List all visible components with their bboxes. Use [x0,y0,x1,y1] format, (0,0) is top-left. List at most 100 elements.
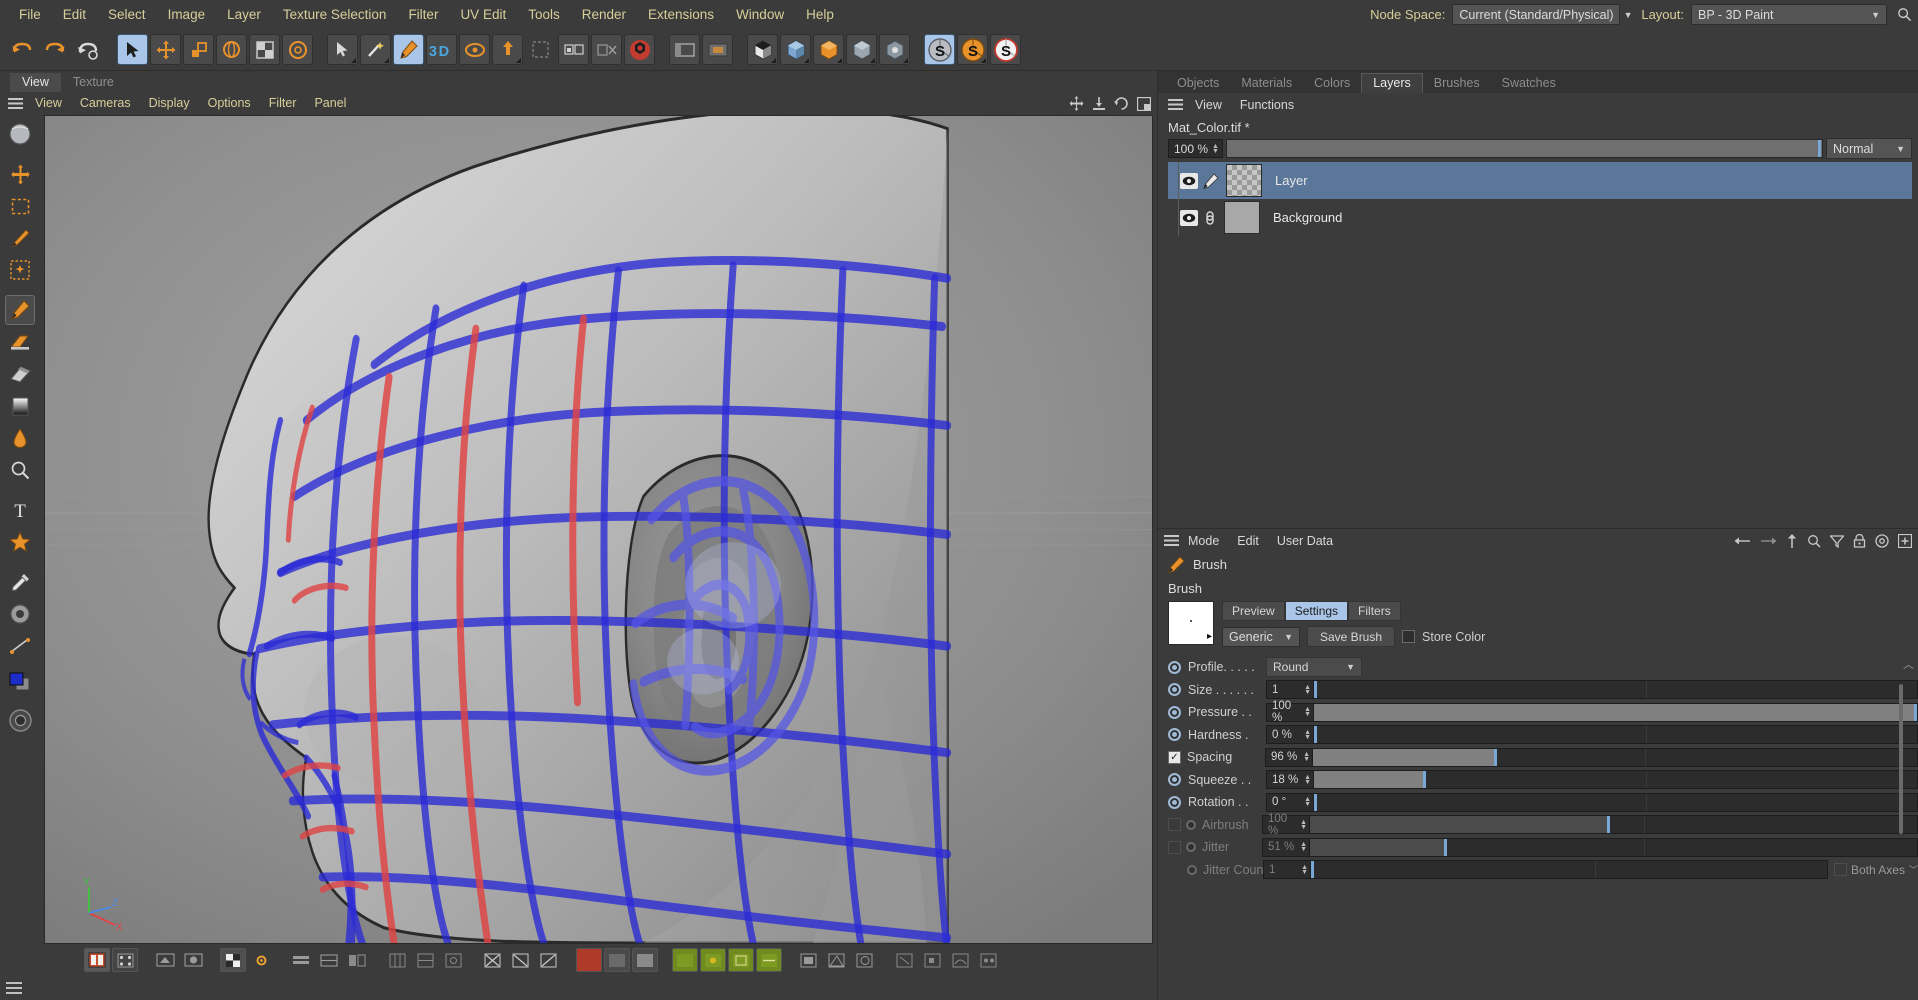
uv-transform-z-button[interactable] [536,948,562,972]
param-value-size[interactable]: 1 ▲ ▼ [1266,680,1314,700]
spinner-icon[interactable]: ▲ ▼ [1304,706,1311,718]
param-toggle-hardness[interactable] [1168,728,1181,742]
param-toggle-squeeze[interactable] [1168,773,1181,787]
collapse-up-icon[interactable]: ︿ [1903,656,1914,672]
filter-icon[interactable] [1830,534,1844,548]
store-color-checkbox[interactable] [1402,630,1416,643]
eye-icon[interactable] [1180,209,1198,226]
shape-star-tool-icon[interactable] [5,527,35,557]
magic-wand-tool[interactable] [360,34,391,65]
viewport-tab-view[interactable]: View [10,73,61,92]
polygon-fill-tool[interactable] [558,34,589,65]
param-slider-jitter[interactable] [1310,837,1918,857]
layer-opacity-field[interactable]: 100 % ▲ ▼ [1168,139,1223,158]
back-arrow-icon[interactable] [1734,535,1751,547]
param-slider-hardness[interactable] [1314,725,1918,745]
texture-view-tool[interactable] [282,34,313,65]
param-toggle-profile[interactable] [1168,660,1181,674]
layer-stack-a-button[interactable] [288,948,314,972]
uv-transform-x-button[interactable] [480,948,506,972]
pen-line-tool-icon[interactable] [5,631,35,661]
layers-menu-functions[interactable]: Functions [1231,98,1303,112]
3d-viewport[interactable]: Y X Z [44,115,1153,944]
param-toggle-rotation[interactable] [1168,795,1181,809]
channel-mask-button[interactable] [632,948,658,972]
menu-item-filter[interactable]: Filter [397,0,449,29]
layers-menu-view[interactable]: View [1186,98,1231,112]
param-value-spacing[interactable]: 96 % ▲ ▼ [1265,747,1313,767]
uv-grid-2-button[interactable] [412,948,438,972]
magic-wand-tool-icon[interactable] [5,255,35,285]
layer-blend-mode-dropdown[interactable]: Normal ▼ [1826,138,1912,159]
brush-preset-dropdown[interactable]: Generic ▼ [1222,626,1300,647]
render-view-button[interactable] [669,34,700,65]
eraser-tool-icon[interactable] [5,327,35,357]
param-slider-squeeze[interactable] [1314,770,1918,790]
scene-red-button[interactable]: S [990,34,1021,65]
axis-icon[interactable] [1092,96,1106,111]
eyedropper-tool-icon[interactable] [5,567,35,597]
tab-swatches[interactable]: Swatches [1491,74,1567,93]
param-slider-jitter-count[interactable] [1311,860,1828,880]
scrollbar-thumb[interactable] [1899,684,1903,834]
spinner-icon[interactable]: ▲ ▼ [1301,864,1308,876]
brush-tool-icon[interactable] [5,295,35,325]
uv-points-mode-button[interactable] [112,948,138,972]
viewport-menu-cameras[interactable]: Cameras [71,92,140,115]
menu-item-layer[interactable]: Layer [216,0,272,29]
menu-item-window[interactable]: Window [725,0,795,29]
tab-colors[interactable]: Colors [1303,74,1361,93]
param-value-jitter[interactable]: 51 % ▲ ▼ [1262,837,1310,857]
zoom-tool-icon[interactable] [5,455,35,485]
viewport-menu-filter[interactable]: Filter [260,92,306,115]
paint-mode-toggle-icon[interactable] [5,705,35,735]
move-tool[interactable] [150,34,181,65]
uv-extras-4-button[interactable] [976,948,1002,972]
generator-button[interactable] [846,34,877,65]
undo-button[interactable] [6,34,37,65]
save-brush-button[interactable]: Save Brush [1307,626,1396,647]
cube-primitive-button[interactable] [780,34,811,65]
uv-extras-2-button[interactable] [920,948,946,972]
brush-tab-preview[interactable]: Preview [1222,601,1285,621]
menu-item-help[interactable]: Help [795,0,845,29]
spinner-icon[interactable]: ▲ ▼ [1303,751,1310,763]
plus-icon[interactable] [1898,534,1912,548]
texture-checker-button[interactable] [220,948,246,972]
param-value-profile[interactable]: Round ▼ [1266,657,1362,678]
param-slider-airbrush[interactable] [1310,815,1918,835]
link-icon[interactable] [1203,210,1217,226]
smudge-tool-icon[interactable] [5,359,35,389]
uv-grid-3-button[interactable] [440,948,466,972]
table-row[interactable]: Background [1168,199,1912,236]
paint-brush-tool[interactable] [393,34,424,65]
scale-tool[interactable] [183,34,214,65]
param-value-jitter-count[interactable]: 1 ▲ ▼ [1263,860,1311,880]
gradient-tool-icon[interactable] [5,391,35,421]
paint-mode-a-button[interactable] [152,948,178,972]
lasso-pen-tool-icon[interactable] [5,223,35,253]
uv-grid-1-button[interactable] [384,948,410,972]
viewport-menu-view[interactable]: View [26,92,71,115]
layout-dropdown[interactable]: BP - 3D Paint ▼ [1691,4,1887,25]
brush-tab-settings[interactable]: Settings [1284,601,1349,621]
layer-opacity-slider[interactable] [1225,139,1823,158]
tab-materials[interactable]: Materials [1230,74,1303,93]
spinner-icon[interactable]: ▲ ▼ [1304,796,1311,808]
fill-bucket-tool-icon[interactable] [5,423,35,453]
channel-color-button[interactable] [576,948,602,972]
channel-green-a-button[interactable] [672,948,698,972]
param-toggle-jitter-count[interactable] [1187,864,1197,875]
layer-stack-b-button[interactable] [316,948,342,972]
tab-objects[interactable]: Objects [1166,74,1230,93]
hamburger-icon[interactable] [4,92,26,115]
viewport-menu-options[interactable]: Options [199,92,260,115]
undo-view-button[interactable] [72,34,103,65]
param-slider-spacing[interactable] [1313,747,1918,767]
brush-tab-filters[interactable]: Filters [1348,601,1401,621]
live-selection-tool[interactable] [117,34,148,65]
hamburger-icon[interactable] [1164,535,1179,546]
spinner-icon[interactable]: ▲ ▼ [1212,143,1219,155]
channel-green-c-button[interactable] [728,948,754,972]
table-row[interactable]: Layer [1168,162,1912,199]
